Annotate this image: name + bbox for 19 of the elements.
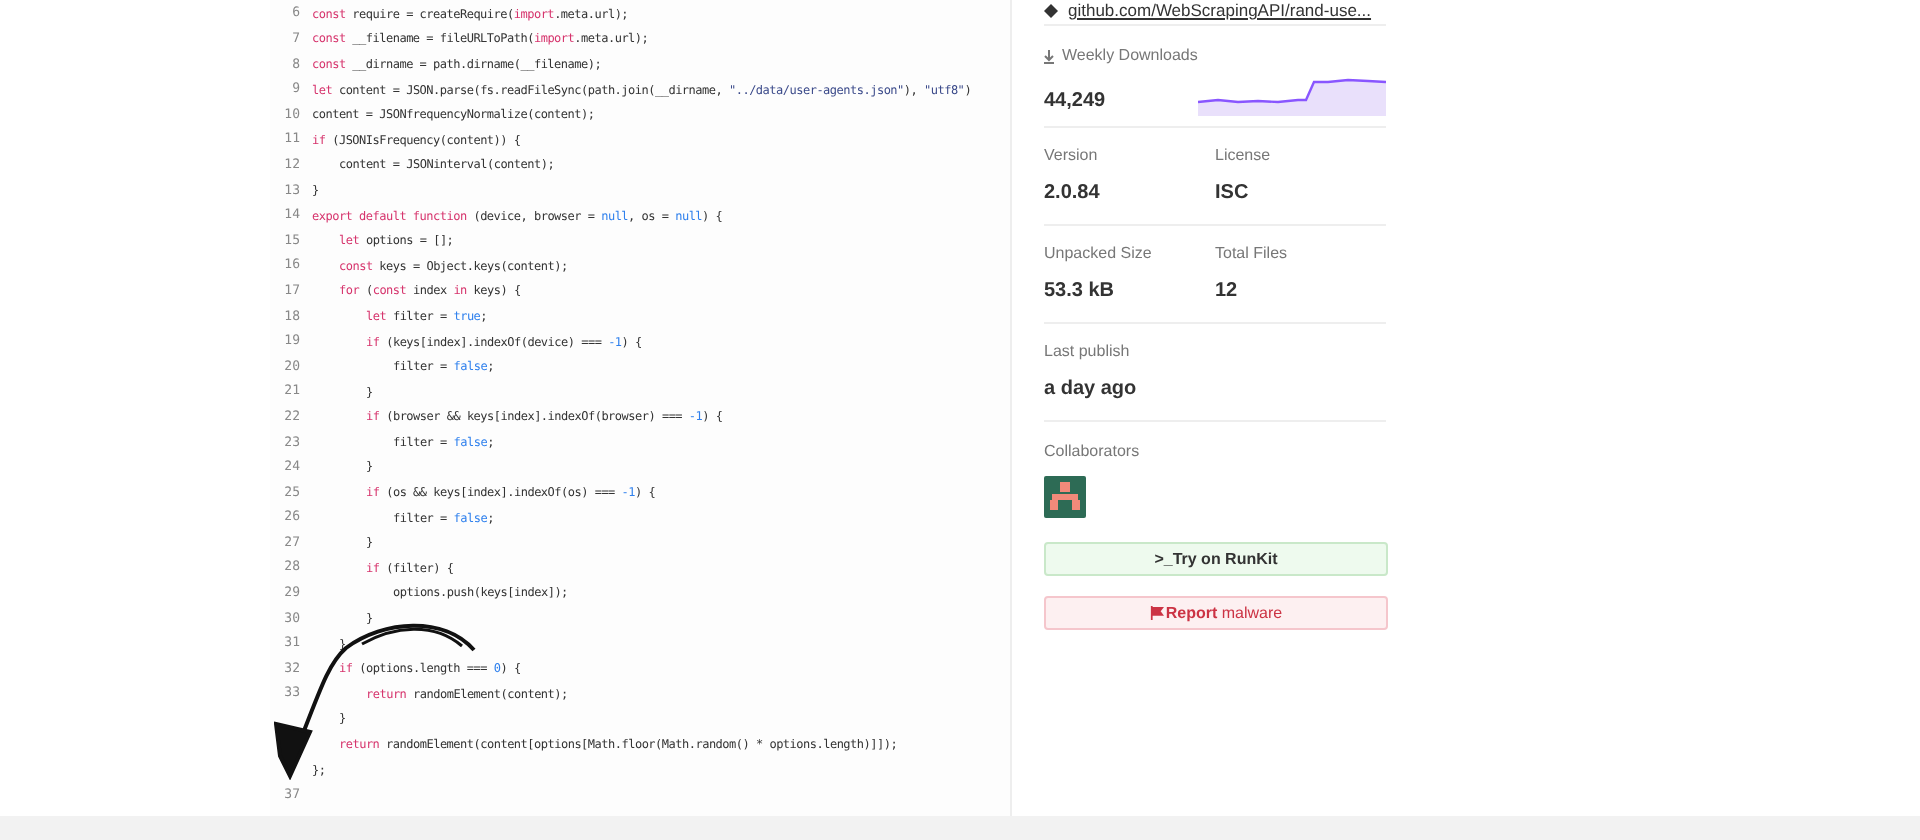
flag-icon: [1149, 606, 1164, 620]
stat-value: ISC: [1215, 180, 1251, 208]
weekly-downloads-count: 44,249: [1044, 88, 1106, 116]
stat-label: License: [1215, 144, 1273, 168]
stat-label: Last publish: [1044, 340, 1132, 364]
stat-value: 2.0.84: [1044, 180, 1102, 208]
report-malware-button[interactable]: Report malware: [1044, 596, 1388, 630]
stat-label: Version: [1044, 144, 1100, 168]
stat-label: Total Files: [1215, 242, 1290, 266]
collaborators-label: Collaborators: [1044, 440, 1142, 464]
stat-value: 53.3 kB: [1044, 278, 1117, 306]
runkit-button[interactable]: >_Try on RunKit: [1044, 542, 1388, 576]
weekly-downloads-label: Weekly Downloads: [1062, 44, 1198, 68]
stat-label: Unpacked Size: [1044, 242, 1154, 266]
download-icon: [1044, 49, 1054, 63]
stat-value: a day ago: [1044, 376, 1139, 404]
repository-link[interactable]: github.com/WebScrapingAPI/rand-use...: [1068, 0, 1372, 22]
collaborator-avatar[interactable]: [1044, 476, 1086, 518]
stat-value: 12: [1215, 278, 1240, 306]
